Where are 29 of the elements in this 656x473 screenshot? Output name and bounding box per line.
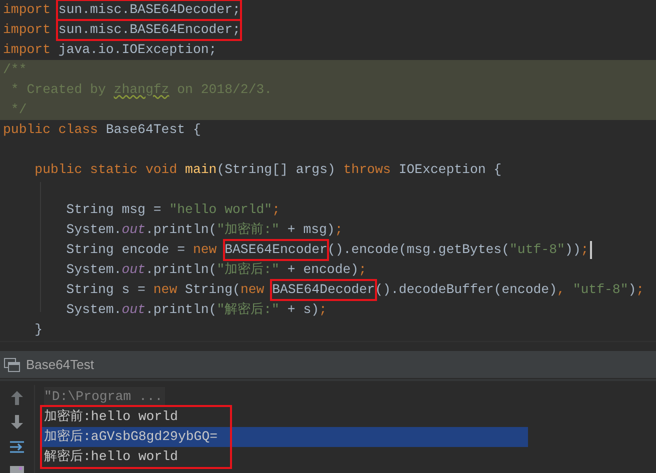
code-text: System.out.println("加密前:" + msg); — [65, 221, 343, 239]
run-panel-title: Base64Test — [26, 357, 94, 372]
code-text: public static void main(String[] args) throws IOException { — [34, 161, 502, 179]
code-text: import — [3, 21, 52, 39]
console-command: "D:\Program ... — [44, 387, 165, 407]
code-text: ().decodeBuffer(encode), "utf-8"); — [374, 281, 644, 299]
code-text: */ — [10, 101, 27, 119]
console-output-line[interactable]: 解密后:hello world — [42, 447, 228, 467]
soft-wrap-icon[interactable] — [9, 439, 25, 455]
code-text: } — [34, 321, 43, 339]
code-text: System.out.println("解密后:" + s); — [65, 301, 327, 319]
code-text: /** — [3, 61, 27, 79]
highlighted-code: sun.misc.BASE64Decoder; — [58, 1, 240, 19]
console-output-line[interactable]: 加密前:hello world — [42, 407, 228, 427]
highlighted-code: sun.misc.BASE64Encoder; — [58, 21, 240, 39]
down-arrow-icon[interactable] — [11, 415, 23, 429]
code-text: System.out.println("加密后:" + encode); — [65, 261, 367, 279]
code-text: import java.io.IOException; — [3, 41, 217, 59]
console-window-icon — [4, 358, 20, 372]
highlighted-code: BASE64Decoder — [272, 281, 375, 299]
highlighted-code: BASE64Encoder — [224, 241, 328, 259]
up-arrow-icon[interactable] — [11, 391, 23, 405]
code-text: String encode = new — [65, 241, 218, 259]
code-text: public class Base64Test { — [3, 121, 201, 139]
code-text: String s = new String(new — [65, 281, 266, 299]
text-cursor — [590, 241, 592, 259]
code-text: ().encode(msg.getBytes("utf-8")); — [327, 241, 589, 259]
code-text: import — [3, 1, 52, 19]
code-text: String msg = "hello world"; — [65, 201, 280, 219]
